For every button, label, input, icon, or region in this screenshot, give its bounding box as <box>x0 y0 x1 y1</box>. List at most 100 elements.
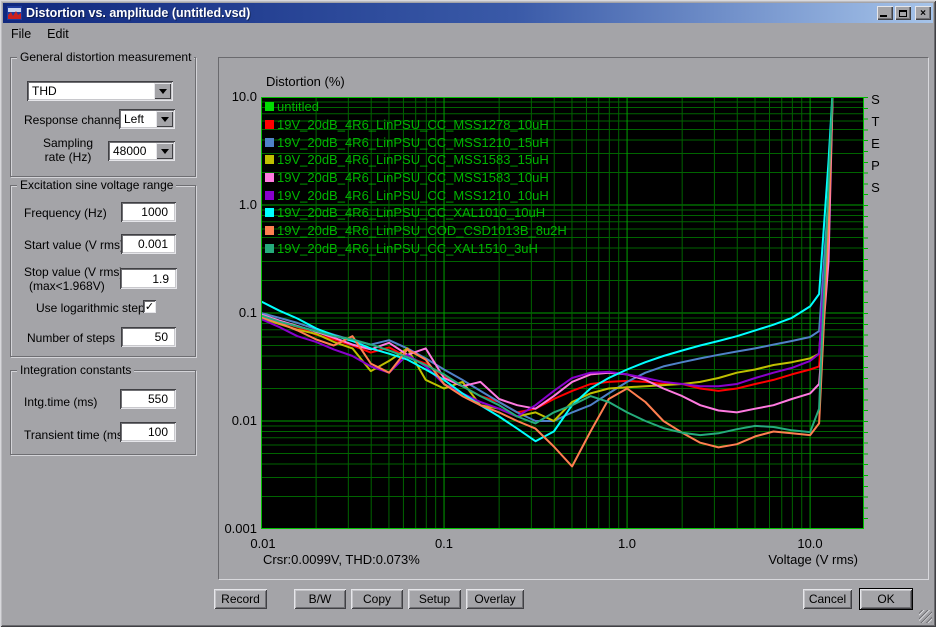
close-icon: × <box>920 7 926 19</box>
legend-swatch-icon <box>265 208 274 218</box>
plot-area[interactable]: untitled 19V_20dB_4R6_LinPSU_CC_MSS1278_1… <box>261 97 864 529</box>
legend-swatch-icon <box>265 243 274 253</box>
legend-label: 19V_20dB_4R6_LinPSU_CC_MSS1210_10uH <box>277 187 549 203</box>
x-tick-10: 10.0 <box>797 536 823 551</box>
num-steps-field[interactable]: 50 <box>121 327 176 347</box>
response-channel-select[interactable]: Left <box>119 109 175 129</box>
copy-button[interactable]: Copy <box>351 589 403 609</box>
sampling-rate-label-line1: Sampling <box>42 136 94 150</box>
close-button[interactable]: × <box>915 6 931 20</box>
legend-item: 19V_20dB_4R6_LinPSU_COD_CSD1013B_8u2H <box>265 222 567 240</box>
menu-file[interactable]: File <box>3 25 39 43</box>
stop-value-field[interactable]: 1.9 <box>120 268 177 289</box>
legend-item: 19V_20dB_4R6_LinPSU_CC_MSS1583_15uH <box>265 151 567 169</box>
sampling-rate-select[interactable]: 48000 <box>108 141 175 161</box>
y-tick-0p01: 0.01 <box>231 413 257 428</box>
resize-grip[interactable] <box>919 610 932 623</box>
transient-time-label: Transient time (ms) <box>24 428 127 442</box>
chevron-down-icon <box>160 116 169 122</box>
group-excitation-title: Excitation sine voltage range <box>17 178 177 192</box>
group-integration: Integration constants <box>10 363 196 455</box>
legend-item: 19V_20dB_4R6_LinPSU_CC_MSS1278_10uH <box>265 116 567 134</box>
stop-value-note: (max<1.968V) <box>29 279 105 293</box>
sampling-rate-label: Sampling rate (Hz) <box>33 136 103 164</box>
response-channel-value: Left <box>124 112 145 126</box>
chart-heading: Distortion (%) <box>266 74 345 89</box>
legend-swatch-icon <box>265 137 274 147</box>
sampling-rate-dropdown-button[interactable] <box>156 143 173 159</box>
stop-value-label: Stop value (V rms) <box>24 265 124 279</box>
legend-label: 19V_20dB_4R6_LinPSU_COD_CSD1013B_8u2H <box>277 223 567 239</box>
y-tick-0p001: 0.001 <box>224 521 257 536</box>
measurement-select[interactable]: THD <box>27 81 173 101</box>
app-window: Distortion vs. amplitude (untitled.vsd) … <box>0 0 936 627</box>
x-tick-0p1: 0.1 <box>434 536 454 551</box>
cancel-button[interactable]: Cancel <box>803 589 852 609</box>
intg-time-field[interactable]: 550 <box>120 389 176 409</box>
y-tick-0p1: 0.1 <box>238 305 257 320</box>
start-value-label: Start value (V rms) <box>24 238 125 252</box>
transient-time-field[interactable]: 100 <box>120 422 176 442</box>
app-icon <box>7 6 22 20</box>
chart-legend: untitled 19V_20dB_4R6_LinPSU_CC_MSS1278_1… <box>265 98 567 257</box>
cursor-readout: Crsr:0.0099V, THD:0.073% <box>263 552 420 567</box>
bw-button[interactable]: B/W <box>294 589 346 609</box>
legend-label: 19V_20dB_4R6_LinPSU_CC_MSS1583_15uH <box>277 152 549 168</box>
log-steps-label: Use logarithmic steps <box>36 301 151 315</box>
legend-item: 19V_20dB_4R6_LinPSU_CC_XAL1010_10uH <box>265 204 567 222</box>
legend-swatch-icon <box>265 226 274 236</box>
frequency-field[interactable]: 1000 <box>121 202 176 222</box>
menu-edit[interactable]: Edit <box>39 25 77 43</box>
legend-item: 19V_20dB_4R6_LinPSU_CC_MSS1210_10uH <box>265 186 567 204</box>
maximize-icon <box>899 9 907 17</box>
start-value-field[interactable]: 0.001 <box>121 234 176 254</box>
sampling-rate-value: 48000 <box>113 144 147 158</box>
sampling-rate-label-line2: rate (Hz) <box>44 150 92 164</box>
title-bar[interactable]: Distortion vs. amplitude (untitled.vsd) … <box>3 3 933 23</box>
legend-label: 19V_20dB_4R6_LinPSU_CC_MSS1583_10uH <box>277 170 549 186</box>
frequency-label: Frequency (Hz) <box>24 206 107 220</box>
legend-label: untitled <box>277 99 319 115</box>
legend-item: 19V_20dB_4R6_LinPSU_CC_MSS1210_15uH <box>265 133 567 151</box>
legend-label: 19V_20dB_4R6_LinPSU_CC_MSS1278_10uH <box>277 117 549 133</box>
log-steps-checkbox[interactable]: ✓ <box>143 300 156 313</box>
legend-swatch-icon <box>265 155 274 165</box>
window-title: Distortion vs. amplitude (untitled.vsd) <box>26 6 251 20</box>
record-button[interactable]: Record <box>214 589 267 609</box>
response-channel-dropdown-button[interactable] <box>156 111 173 127</box>
legend-item: 19V_20dB_4R6_LinPSU_CC_MSS1583_10uH <box>265 169 567 187</box>
group-integration-title: Integration constants <box>17 363 135 377</box>
legend-item: untitled <box>265 98 567 116</box>
steps-axis-label: STEPS <box>868 92 883 202</box>
legend-label: 19V_20dB_4R6_LinPSU_CC_XAL1010_10uH <box>277 205 546 221</box>
measurement-dropdown-button[interactable] <box>154 83 171 99</box>
minimize-icon <box>880 15 887 17</box>
x-axis-label: Voltage (V rms) <box>768 552 858 567</box>
x-tick-0p01: 0.01 <box>250 536 276 551</box>
response-channel-label: Response channel <box>24 113 124 127</box>
legend-label: 19V_20dB_4R6_LinPSU_CC_XAL1510_3uH <box>277 240 538 256</box>
group-general-title: General distortion measurement <box>17 50 195 64</box>
y-tick-10: 10.0 <box>231 89 257 104</box>
chart-panel: Distortion (%) untitled 19V_20dB_4R6_LinP… <box>218 57 929 580</box>
legend-swatch-icon <box>265 190 274 200</box>
menu-bar: File Edit <box>3 23 933 44</box>
measurement-value: THD <box>32 84 57 98</box>
legend-swatch-icon <box>265 173 274 183</box>
ok-button[interactable]: OK <box>859 588 913 610</box>
legend-item: 19V_20dB_4R6_LinPSU_CC_XAL1510_3uH <box>265 240 567 258</box>
check-icon: ✓ <box>144 301 155 313</box>
overlay-button[interactable]: Overlay <box>466 589 524 609</box>
num-steps-label: Number of steps <box>27 331 116 345</box>
minimize-button[interactable] <box>877 6 893 20</box>
legend-swatch-icon <box>265 102 274 112</box>
legend-swatch-icon <box>265 120 274 130</box>
chevron-down-icon <box>158 88 167 94</box>
x-tick-1: 1.0 <box>617 536 637 551</box>
legend-label: 19V_20dB_4R6_LinPSU_CC_MSS1210_15uH <box>277 134 549 150</box>
y-tick-1: 1.0 <box>238 197 257 212</box>
maximize-button[interactable] <box>895 6 911 20</box>
intg-time-label: Intg.time (ms) <box>24 395 98 409</box>
chevron-down-icon <box>160 148 169 154</box>
setup-button[interactable]: Setup <box>408 589 461 609</box>
